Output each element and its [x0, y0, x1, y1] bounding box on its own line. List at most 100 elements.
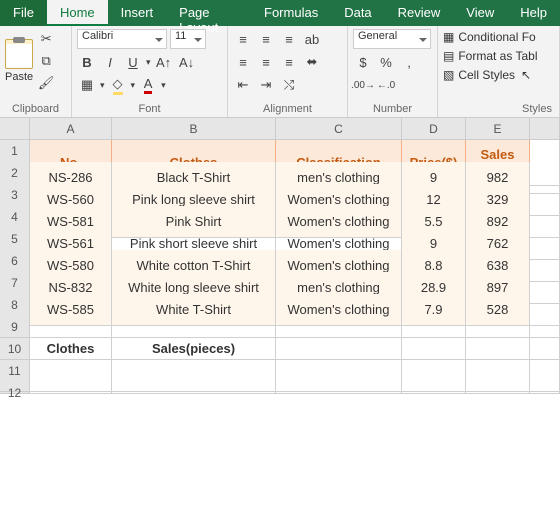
col-header-B[interactable]: B — [112, 118, 276, 140]
chevron-down-icon: ▾ — [161, 80, 166, 91]
clipboard-icon — [5, 39, 33, 69]
align-left-button[interactable]: ≡ — [233, 52, 253, 72]
outdent-icon: ⇤ — [238, 77, 249, 93]
styles-icon: ▧ — [443, 68, 454, 82]
underline-icon: U — [128, 55, 137, 70]
group-styles: ▦Conditional Fo ▤ Format as Tabl ▧Cell St… — [438, 26, 560, 117]
col-header-A[interactable]: A — [30, 118, 112, 140]
tab-page-layout[interactable]: Page Layout — [166, 0, 251, 26]
align-center-button[interactable]: ≡ — [256, 52, 276, 72]
cell-empty[interactable] — [466, 316, 530, 338]
cell-empty[interactable] — [112, 316, 276, 338]
table-icon: ▤ — [443, 49, 454, 63]
align-middle-button[interactable]: ≡ — [256, 29, 276, 49]
cut-button[interactable]: ✂ — [36, 29, 56, 49]
cell-empty[interactable] — [466, 382, 530, 392]
decrease-decimal-button[interactable]: ←.0 — [376, 75, 396, 95]
cell-empty[interactable] — [402, 316, 466, 338]
percent-button[interactable]: % — [376, 52, 396, 72]
align-top-button[interactable]: ≡ — [233, 29, 253, 49]
tab-insert[interactable]: Insert — [108, 0, 167, 26]
number-format-select[interactable]: General — [353, 29, 431, 49]
font-size-select[interactable]: 11 — [170, 29, 206, 49]
cell-styles-button[interactable]: ▧Cell Styles↖ — [443, 67, 554, 83]
summary-sales-label[interactable]: Sales(pieces) — [112, 338, 276, 360]
cell-empty[interactable] — [30, 382, 112, 392]
cell-empty[interactable] — [530, 382, 560, 392]
tab-help[interactable]: Help — [507, 0, 560, 26]
align-right-button[interactable]: ≡ — [279, 52, 299, 72]
cursor-icon: ↖ — [521, 68, 531, 82]
chevron-down-icon: ▾ — [100, 80, 105, 91]
align-middle-icon: ≡ — [262, 32, 270, 47]
copy-button[interactable]: ⧉ — [36, 51, 56, 71]
format-painter-button[interactable]: 🖌 — [36, 73, 56, 93]
comma-button[interactable]: , — [399, 52, 419, 72]
row-header-10[interactable]: 10 — [0, 338, 30, 360]
group-clipboard: Paste ✂ ⧉ 🖌 Clipboard — [0, 26, 72, 117]
tab-view[interactable]: View — [453, 0, 507, 26]
tab-file[interactable]: File — [0, 0, 47, 26]
conditional-formatting-button[interactable]: ▦Conditional Fo — [443, 29, 554, 45]
format-as-table-button[interactable]: ▤ Format as Tabl — [443, 48, 554, 64]
font-name-select[interactable]: Calibri — [77, 29, 167, 49]
increase-decimal-button[interactable]: .00→ — [353, 75, 373, 95]
italic-button[interactable]: I — [100, 52, 120, 72]
cell-empty[interactable] — [276, 382, 402, 392]
font-shrink-icon: A↓ — [179, 55, 194, 70]
paste-button[interactable]: Paste — [5, 39, 33, 83]
align-right-icon: ≡ — [285, 55, 293, 70]
bold-icon: B — [82, 55, 91, 70]
cell-empty[interactable] — [530, 338, 560, 360]
font-grow-icon: A↑ — [156, 55, 171, 70]
col-header-D[interactable]: D — [402, 118, 466, 140]
decrease-indent-button[interactable]: ⇤ — [233, 75, 253, 95]
tab-review[interactable]: Review — [385, 0, 454, 26]
cell-empty[interactable] — [530, 316, 560, 338]
align-bottom-button[interactable]: ≡ — [279, 29, 299, 49]
select-all-corner[interactable] — [0, 118, 30, 140]
merge-button[interactable]: ⬌ — [302, 52, 322, 72]
cell-empty[interactable] — [112, 382, 276, 392]
chevron-down-icon: ▾ — [131, 80, 136, 91]
tab-data[interactable]: Data — [331, 0, 384, 26]
dec-decimal-icon: ←.0 — [377, 80, 395, 91]
decrease-font-button[interactable]: A↓ — [177, 52, 197, 72]
row-header-12[interactable]: 12 — [0, 382, 30, 392]
currency-button[interactable]: $ — [353, 52, 373, 72]
border-button[interactable]: ▦ — [77, 75, 97, 95]
group-label-clipboard: Clipboard — [5, 101, 66, 117]
col-header-extra[interactable] — [530, 118, 560, 140]
bold-button[interactable]: B — [77, 52, 97, 72]
increase-font-button[interactable]: A↑ — [154, 52, 174, 72]
cell-empty[interactable] — [276, 316, 402, 338]
cell-empty[interactable] — [402, 382, 466, 392]
align-top-icon: ≡ — [239, 32, 247, 47]
fill-color-button[interactable]: ◇ — [108, 75, 128, 95]
tab-formulas[interactable]: Formulas — [251, 0, 331, 26]
worksheet[interactable]: ABCDE1No.ClothesClassificationPrice($)Sa… — [0, 118, 560, 404]
cell-empty[interactable] — [402, 338, 466, 360]
currency-icon: $ — [359, 55, 366, 70]
wrap-text-button[interactable]: ab — [302, 29, 322, 49]
copy-icon: ⧉ — [41, 53, 50, 69]
comma-icon: , — [407, 55, 411, 70]
col-header-C[interactable]: C — [276, 118, 402, 140]
cell-empty[interactable] — [276, 338, 402, 360]
orientation-button[interactable]: ⤭ — [279, 75, 299, 95]
col-header-E[interactable]: E — [466, 118, 530, 140]
tab-home[interactable]: Home — [47, 0, 108, 26]
summary-clothes-label[interactable]: Clothes — [30, 338, 112, 360]
wrap-icon: ab — [305, 32, 319, 47]
underline-button[interactable]: U — [123, 52, 143, 72]
font-color-button[interactable]: A — [138, 75, 158, 95]
merge-icon: ⬌ — [307, 54, 318, 70]
increase-indent-button[interactable]: ⇥ — [256, 75, 276, 95]
brush-icon: 🖌 — [38, 75, 55, 91]
cell-empty[interactable] — [30, 316, 112, 338]
cell-empty[interactable] — [466, 338, 530, 360]
fmt-table-label: Format as Tabl — [458, 49, 537, 63]
border-icon: ▦ — [81, 77, 93, 93]
row-header-9[interactable]: 9 — [0, 316, 30, 338]
group-label-alignment: Alignment — [233, 101, 342, 117]
